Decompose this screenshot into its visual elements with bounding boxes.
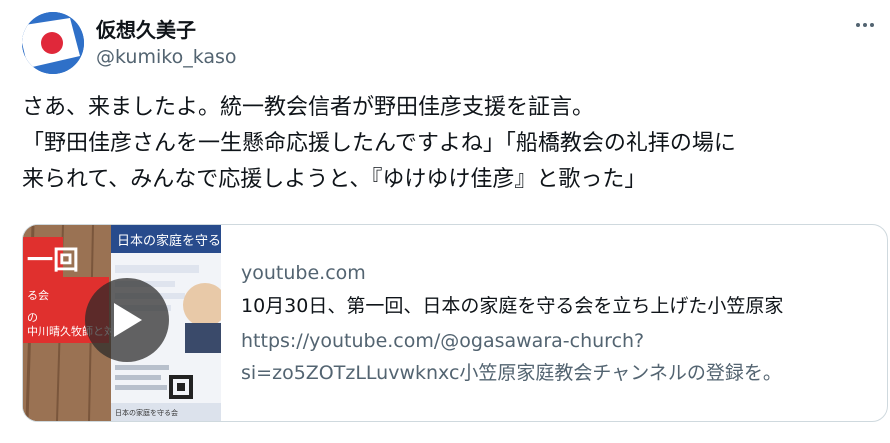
video-thumbnail[interactable]: 一回 る会 の 中川晴久牧師と対 日本の家庭を守る 日本の家庭を守る会 xyxy=(23,225,221,421)
tweet-text: さあ、来ましたよ。統一教会信者が野田佳彦支援を証言。 「野田佳彦さんを一生懸命応… xyxy=(22,90,882,198)
banner-sub-text: の xyxy=(27,311,38,324)
card-text[interactable]: youtube.com 10月30日、第一回、日本の家庭を守る会を立ち上げた小笠… xyxy=(241,257,881,389)
display-name[interactable]: 仮想久美子 xyxy=(96,14,196,43)
tweet-line: さあ、来ましたよ。統一教会信者が野田佳彦支援を証言。 xyxy=(22,95,595,120)
tweet-line: 「野田佳彦さんを一生懸命応援したんですよね」「船橋教会の礼拝の場に xyxy=(22,131,736,156)
card-domain: youtube.com xyxy=(241,262,366,284)
poster-title: 日本の家庭を守る xyxy=(117,233,221,249)
avatar[interactable] xyxy=(22,12,84,74)
card-title: 10月30日、第一回、日本の家庭を守る会を立ち上げた小笠原家 xyxy=(241,295,784,317)
banner-text: 一回 xyxy=(27,246,79,276)
card-description-line: https://youtube.com/@ogasawara-church? xyxy=(241,330,645,352)
link-preview-card[interactable]: 一回 る会 の 中川晴久牧師と対 日本の家庭を守る 日本の家庭を守る会 yout… xyxy=(22,224,888,422)
poster-footer: 日本の家庭を守る会 xyxy=(115,408,178,417)
banner-sub-text: る会 xyxy=(27,289,49,302)
tweet-line: 来られて、みんなで応援しようと、『ゆけゆけ佳彦』と歌った」 xyxy=(22,167,647,192)
card-description-line: si=zo5ZOTzLLuvwknxc小笠原家庭教会チャンネルの登録を。 xyxy=(241,362,782,384)
more-options-icon[interactable] xyxy=(852,12,878,38)
user-handle[interactable]: @kumiko_kaso xyxy=(96,46,237,68)
japan-flag-avatar-icon xyxy=(22,12,84,74)
play-button-icon[interactable] xyxy=(85,278,169,362)
card-description: https://youtube.com/@ogasawara-church? s… xyxy=(241,325,881,389)
